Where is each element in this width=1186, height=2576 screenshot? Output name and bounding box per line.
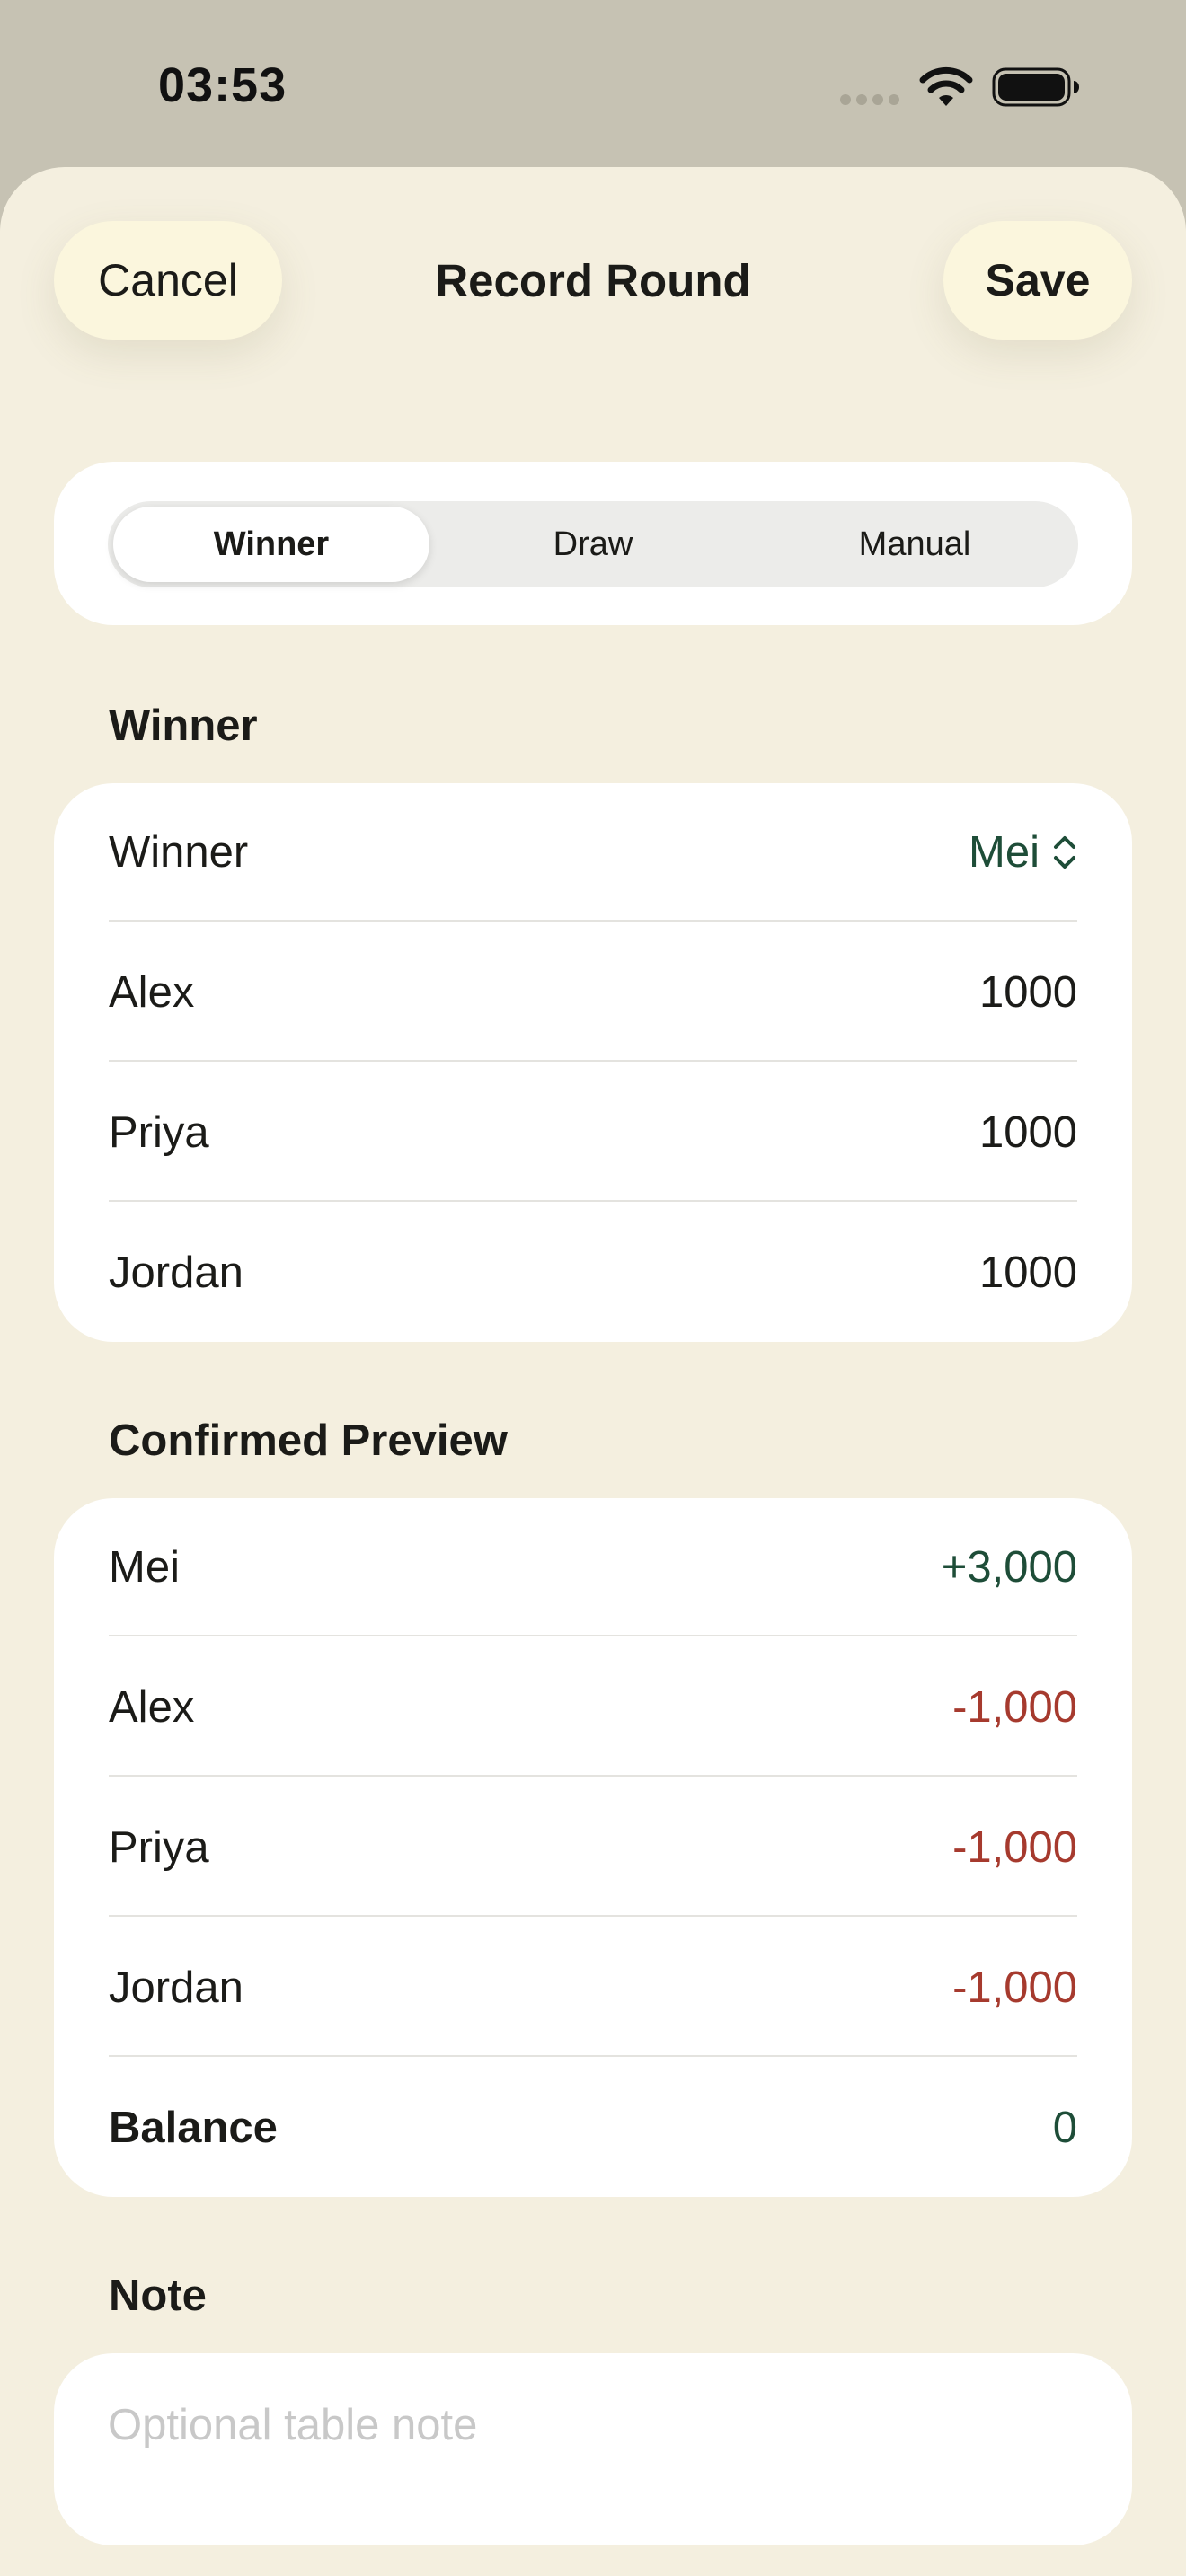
player-name: Alex: [109, 968, 195, 1017]
note-input[interactable]: [108, 2389, 1078, 2461]
preview-card: Mei +3,000 Alex -1,000 Priya -1,000 Jord…: [54, 1498, 1132, 2197]
balance-value: 0: [1052, 2104, 1077, 2152]
player-amount: 1000: [978, 968, 1077, 1017]
player-name: Mei: [109, 1543, 180, 1592]
segment-manual[interactable]: Manual: [757, 507, 1073, 582]
winner-picker[interactable]: Mei: [969, 827, 1077, 878]
cancel-button[interactable]: Cancel: [54, 221, 282, 340]
player-name: Alex: [109, 1683, 195, 1732]
list-item: Jordan -1,000: [109, 1919, 1077, 2057]
chevron-up-down-icon: [1054, 836, 1075, 869]
segment-draw[interactable]: Draw: [435, 507, 751, 582]
player-name: Jordan: [109, 1963, 243, 2012]
battery-icon: [992, 67, 1079, 107]
winner-picker-label: Winner: [109, 828, 249, 877]
note-card: [54, 2353, 1132, 2545]
record-round-sheet: Cancel Record Round Save Winner Draw Man…: [0, 167, 1186, 2576]
player-name: Priya: [109, 1823, 209, 1872]
page-title: Record Round: [435, 254, 751, 306]
score-delta: +3,000: [941, 1543, 1077, 1592]
preview-section-header: Confirmed Preview: [109, 1416, 508, 1465]
list-item: Priya -1,000: [109, 1778, 1077, 1917]
score-delta: -1,000: [952, 1963, 1077, 2012]
player-amount: 1000: [978, 1108, 1077, 1157]
balance-label: Balance: [109, 2104, 278, 2152]
list-item: Alex -1,000: [109, 1638, 1077, 1777]
cellular-signal-icon: [840, 94, 899, 105]
score-delta: -1,000: [952, 1683, 1077, 1732]
mode-selector-card: Winner Draw Manual: [54, 462, 1132, 625]
winner-picker-value: Mei: [969, 828, 1040, 877]
winner-card: Winner Mei Alex 1000 Priya 1000 Jordan 1…: [54, 783, 1132, 1342]
player-name: Jordan: [109, 1248, 243, 1297]
winner-section-header: Winner: [109, 701, 258, 750]
score-delta: -1,000: [952, 1823, 1077, 1872]
list-item: Jordan 1000: [109, 1204, 1077, 1342]
list-item: Alex 1000: [109, 923, 1077, 1062]
list-item: Priya 1000: [109, 1063, 1077, 1202]
wifi-icon: [919, 66, 973, 106]
note-section-header: Note: [109, 2272, 207, 2320]
winner-picker-row[interactable]: Winner Mei: [109, 783, 1077, 922]
player-amount: 1000: [978, 1248, 1077, 1297]
save-button[interactable]: Save: [943, 221, 1132, 340]
status-bar: 03:53: [0, 0, 1186, 167]
mode-segmented-control: Winner Draw Manual: [108, 501, 1078, 587]
balance-row: Balance 0: [109, 2059, 1077, 2197]
list-item: Mei +3,000: [109, 1498, 1077, 1636]
segment-winner[interactable]: Winner: [113, 507, 429, 582]
status-time: 03:53: [158, 58, 288, 112]
player-name: Priya: [109, 1108, 209, 1157]
